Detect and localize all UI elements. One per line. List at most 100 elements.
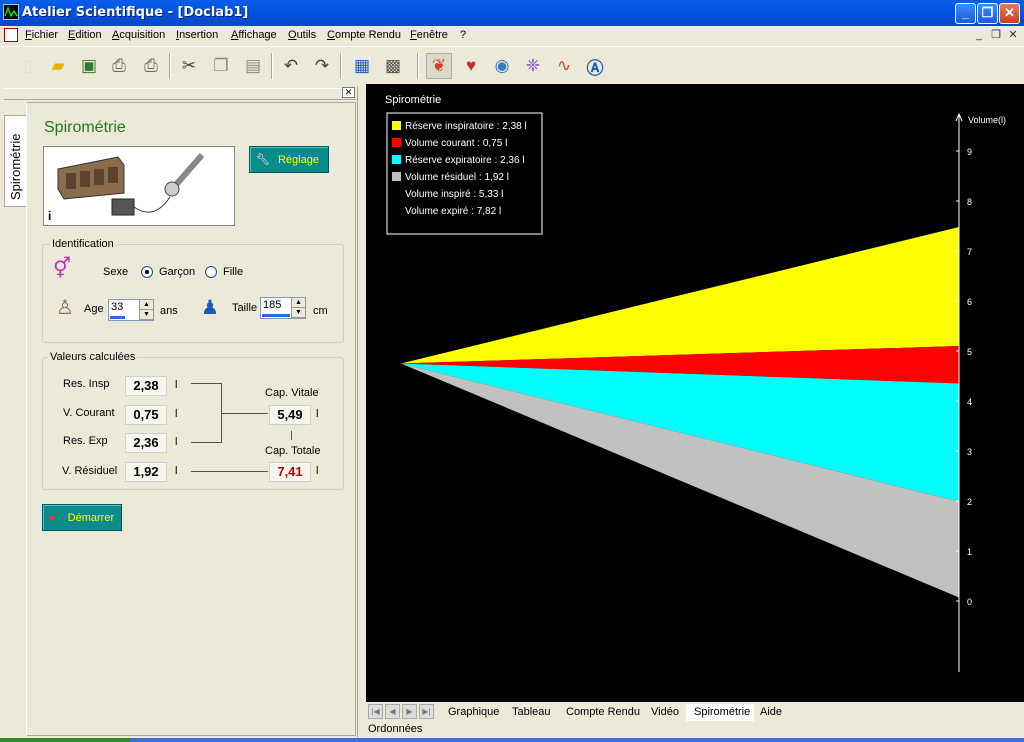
table-icon[interactable]: ▩ <box>380 53 406 79</box>
document-icon[interactable] <box>4 28 18 42</box>
y-tick-label: 3 <box>967 447 972 457</box>
print-icon[interactable]: ⎙ <box>106 53 132 79</box>
y-tick-label: 9 <box>967 147 972 157</box>
menu-fenetre[interactable]: Fenêtre <box>410 29 448 41</box>
spirometry-chart: Spirométrie Volume(l) 0 1 2 3 4 5 6 7 8 9 Réserve … <box>385 94 1006 672</box>
chart-title: Spirométrie <box>385 94 441 106</box>
taille-unit: cm <box>313 305 328 317</box>
mdi-restore-button[interactable]: ❐ <box>989 29 1003 42</box>
chart-icon[interactable]: ▦ <box>349 53 375 79</box>
tab-spirometrie-vertical[interactable]: Spirométrie <box>4 115 26 207</box>
start-icon: ● <box>49 511 56 524</box>
tab-spirometrie[interactable]: Spirométrie <box>686 704 755 721</box>
nav-first-button[interactable]: |◀ <box>368 704 383 719</box>
toolbar-separator <box>417 53 419 79</box>
taille-label: Taille <box>232 302 258 314</box>
res-insp-unit: l <box>175 379 178 391</box>
reglage-label: Réglage <box>277 153 319 166</box>
bracket-line <box>191 471 268 472</box>
radio-garcon[interactable] <box>141 266 153 278</box>
legend-entry-1: Volume courant : 0,75 l <box>405 138 507 149</box>
legend-swatch-1 <box>392 138 401 147</box>
legend-swatch-2 <box>392 155 401 164</box>
valeurs-label: Valeurs calculées <box>48 351 138 363</box>
age-arrows[interactable]: ▲ ▼ <box>139 300 153 320</box>
mdi-close-button[interactable]: ✕ <box>1006 29 1020 42</box>
undo-icon[interactable]: ↶ <box>278 53 304 79</box>
mdi-minimize-button[interactable]: _ <box>972 29 986 42</box>
tab-graphique[interactable]: Graphique <box>440 704 503 721</box>
text-icon[interactable]: Ⓐ <box>582 53 608 79</box>
v-courant-label: V. Courant <box>63 407 115 419</box>
panel-close-button[interactable]: ✕ <box>342 87 355 98</box>
bracket-line <box>291 431 292 440</box>
taille-bar <box>262 314 290 317</box>
panel-header <box>4 88 356 100</box>
new-document-icon[interactable]: ▯ <box>15 53 41 79</box>
svg-text:i: i <box>48 209 51 223</box>
print-preview-icon[interactable]: ⎙ <box>138 53 164 79</box>
bracket-line <box>222 413 268 414</box>
menu-acquisition[interactable]: Acquisition <box>112 29 165 41</box>
y-tick-label: 2 <box>967 497 972 507</box>
eye-icon[interactable]: ◉ <box>489 53 515 79</box>
legend-entry-3: Volume résiduel : 1,92 l <box>405 172 509 183</box>
save-icon[interactable]: ▣ <box>76 53 102 79</box>
close-button[interactable]: ✕ <box>999 3 1020 24</box>
menu-affichage[interactable]: Affichage <box>231 29 277 41</box>
menu-edition[interactable]: Edition <box>68 29 102 41</box>
cut-icon[interactable]: ✂ <box>176 53 202 79</box>
standing-person-icon: ♟ <box>201 297 219 319</box>
y-tick-label: 5 <box>967 347 972 357</box>
age-stepper[interactable]: 33 ▲ ▼ <box>108 299 154 321</box>
identification-group <box>42 244 344 343</box>
taille-value: 185 <box>263 299 282 311</box>
legend-entry-0: Réserve inspiratoire : 2,38 l <box>405 121 527 132</box>
toolbar-separator <box>169 53 171 79</box>
minimize-button[interactable]: _ <box>955 3 976 24</box>
tab-video[interactable]: Vidéo <box>643 704 683 721</box>
nav-last-button[interactable]: ▶| <box>419 704 434 719</box>
legend-entry-2: Réserve expiratoire : 2,36 l <box>405 155 525 166</box>
menu-compte-rendu[interactable]: Compte Rendu <box>327 29 401 41</box>
res-exp-unit: l <box>175 436 178 448</box>
tab-tableau[interactable]: Tableau <box>504 704 555 721</box>
copy-icon[interactable]: ❐ <box>208 53 234 79</box>
paste-icon[interactable]: ▤ <box>240 53 266 79</box>
age-label: Age <box>84 303 104 315</box>
taille-stepper[interactable]: 185 ▲ ▼ <box>260 297 306 319</box>
radio-fille[interactable] <box>205 266 217 278</box>
sexe-label: Sexe <box>103 266 129 278</box>
nav-next-button[interactable]: ▶ <box>402 704 417 719</box>
vertical-tab-label: Spirométrie <box>8 133 23 200</box>
taille-arrows[interactable]: ▲ ▼ <box>291 298 305 318</box>
maximize-button[interactable]: ❐ <box>977 3 998 24</box>
tab-aide[interactable]: Aide <box>752 704 786 721</box>
legend-extra-1: Volume expiré : 7,82 l <box>405 206 501 217</box>
identification-label: Identification <box>50 238 116 250</box>
y-tick-label: 6 <box>967 297 972 307</box>
menu-help[interactable]: ? <box>460 29 466 41</box>
lungs-icon[interactable]: ❦ <box>426 53 452 79</box>
legend-extra-0: Volume inspiré : 5,33 l <box>405 189 503 200</box>
y-tick-label: 8 <box>967 197 972 207</box>
cap-totale-value: 7,41 <box>269 462 311 482</box>
menu-fichier[interactable]: Fichier <box>25 29 58 41</box>
molecule-icon[interactable]: ❈ <box>520 53 546 79</box>
open-folder-icon[interactable]: ▰ <box>45 53 71 79</box>
reglage-button[interactable]: 🔧︎ Réglage <box>249 146 329 173</box>
panel-title: Spirométrie <box>44 119 126 136</box>
res-insp-label: Res. Insp <box>63 378 110 390</box>
nav-prev-button[interactable]: ◀ <box>385 704 400 719</box>
status-bar: Ordonnées <box>368 723 423 735</box>
legend-swatch-0 <box>392 121 401 130</box>
signal-icon[interactable]: ∿ <box>551 53 577 79</box>
res-exp-value: 2,36 <box>125 433 167 453</box>
demarrer-button[interactable]: ● Démarrer <box>42 504 122 531</box>
menu-insertion[interactable]: Insertion <box>176 29 218 41</box>
tab-compte-rendu[interactable]: Compte Rendu <box>558 704 644 721</box>
redo-icon[interactable]: ↷ <box>309 53 335 79</box>
heart-icon[interactable]: ♥ <box>458 53 484 79</box>
garcon-label: Garçon <box>159 266 196 278</box>
menu-outils[interactable]: Outils <box>288 29 316 41</box>
